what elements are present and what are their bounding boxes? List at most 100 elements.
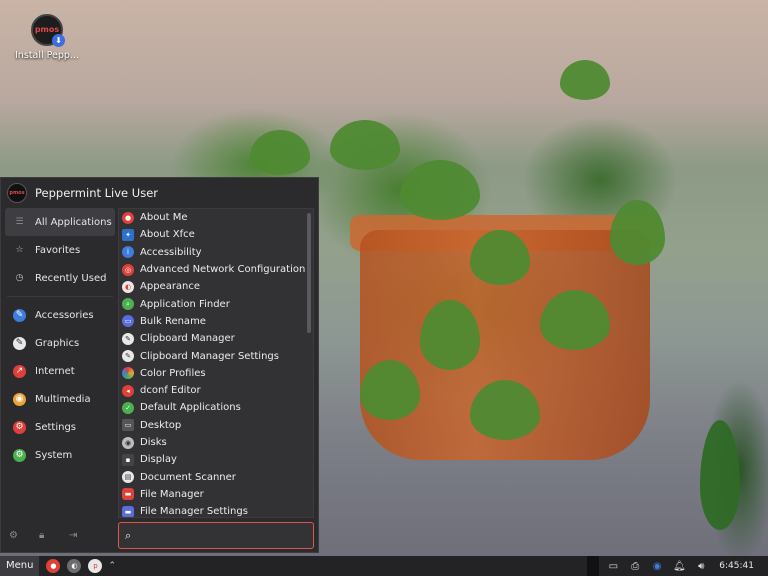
app-display[interactable]: ▪ Display — [119, 451, 313, 468]
app-application-finder[interactable]: ⌕ Application Finder — [119, 295, 313, 312]
app-file-manager[interactable]: ▬ File Manager — [119, 486, 313, 503]
color-profiles-icon — [122, 367, 134, 380]
pmos-app-icon[interactable]: p — [88, 559, 103, 573]
category-label: System — [35, 449, 73, 461]
app-about-me[interactable]: ● About Me — [119, 209, 313, 226]
dconf-icon: ◂ — [122, 384, 134, 397]
app-accessibility[interactable]: i Accessibility — [119, 244, 313, 261]
scanner-icon: ▤ — [122, 471, 134, 484]
app-label: File Manager Settings — [140, 506, 248, 518]
app-label: About Xfce — [140, 229, 195, 241]
desktop-icon-logo-text: pmos — [34, 25, 60, 34]
category-multimedia[interactable]: ◉ Multimedia — [5, 385, 115, 413]
network-icon[interactable]: ◉ — [649, 561, 665, 572]
star-icon: ☆ — [15, 244, 24, 255]
category-label: All Applications — [35, 216, 112, 228]
clipboard-settings-icon: ✎ — [122, 350, 134, 363]
download-badge-icon: ⬇ — [52, 34, 65, 47]
app-label: Color Profiles — [140, 367, 206, 379]
category-label: Graphics — [35, 337, 80, 349]
app-dconf-editor[interactable]: ◂ dconf Editor — [119, 382, 313, 399]
app-color-profiles[interactable]: Color Profiles — [119, 365, 313, 382]
category-internet[interactable]: ↗ Internet — [5, 357, 115, 385]
category-accessories[interactable]: ✎ Accessories — [5, 301, 115, 329]
app-label: Appearance — [140, 281, 201, 293]
disks-icon: ◉ — [122, 436, 134, 449]
wallpaper-leaf — [250, 130, 310, 175]
app-about-xfce[interactable]: ✦ About Xfce — [119, 226, 313, 243]
app-label: Desktop — [140, 419, 182, 431]
category-system[interactable]: ⚙ System — [5, 441, 115, 469]
app-clipboard-manager-settings[interactable]: ✎ Clipboard Manager Settings — [119, 347, 313, 364]
category-label: Settings — [35, 421, 77, 433]
app-disks[interactable]: ◉ Disks — [119, 434, 313, 451]
app-clipboard-manager[interactable]: ✎ Clipboard Manager — [119, 330, 313, 347]
app-label: dconf Editor — [140, 385, 201, 397]
settings-gear-icon[interactable]: ⚙ — [9, 530, 21, 542]
category-settings[interactable]: ⚙ Settings — [5, 413, 115, 441]
clock[interactable]: 6:45:41 — [719, 561, 754, 571]
application-list[interactable]: ● About Me ✦ About Xfce i Accessibility ◎ Ad… — [118, 208, 314, 518]
internet-icon: ↗ — [13, 364, 26, 378]
red-app-icon[interactable]: ● — [46, 559, 61, 573]
desktop-icon-install-peppermint[interactable]: pmos ⬇ Install Pepp... — [12, 14, 82, 61]
bell-icon[interactable]: 🔔︎ — [671, 561, 687, 572]
graphics-icon: ✎ — [13, 336, 26, 350]
category-label: Multimedia — [35, 393, 91, 405]
category-list: ☰ All Applications ☆ Favorites ◷ Recentl… — [5, 208, 115, 469]
app-label: Clipboard Manager Settings — [140, 350, 279, 362]
accessories-icon: ✎ — [13, 308, 26, 322]
appearance-icon: ◐ — [122, 280, 134, 293]
device-icon[interactable]: ⎙ — [627, 561, 643, 572]
category-label: Favorites — [35, 244, 81, 256]
accessibility-icon: i — [122, 246, 134, 259]
app-label: About Me — [140, 212, 188, 224]
xfce-icon: ✦ — [122, 228, 134, 241]
category-recently-used[interactable]: ◷ Recently Used — [5, 264, 115, 292]
category-label: Recently Used — [35, 272, 107, 284]
search-input[interactable] — [137, 530, 298, 541]
default-apps-icon: ✓ — [122, 401, 134, 414]
app-label: Clipboard Manager — [140, 333, 235, 345]
file-manager-icon: ▬ — [122, 488, 134, 501]
category-label: Internet — [35, 365, 75, 377]
app-label: Bulk Rename — [140, 315, 206, 327]
lock-icon[interactable]: 🔒︎ — [39, 530, 51, 542]
multimedia-icon: ◉ — [13, 392, 26, 406]
system-icon: ⚙ — [13, 448, 26, 462]
menu-button[interactable]: Menu — [0, 556, 40, 576]
application-menu: pmos Peppermint Live User ☰ All Applicat… — [0, 177, 319, 553]
tray-separator — [587, 556, 600, 576]
app-label: Disks — [140, 437, 167, 448]
display-icon: ▪ — [122, 453, 134, 466]
desktop-icon-label: Install Pepp... — [15, 50, 79, 61]
chevron-up-icon[interactable]: ⌃ — [108, 561, 116, 571]
app-list-scrollbar[interactable] — [307, 213, 311, 333]
taskbar: Menu ● ◐ p ⌃ ▭ ⎙ ◉ 🔔︎ 🔊︎ 6:45:41 — [0, 556, 768, 576]
window-icon[interactable]: ▭ — [605, 561, 621, 572]
app-bulk-rename[interactable]: ▭ Bulk Rename — [119, 313, 313, 330]
category-graphics[interactable]: ✎ Graphics — [5, 329, 115, 357]
app-desktop[interactable]: ▭ Desktop — [119, 417, 313, 434]
app-default-applications[interactable]: ✓ Default Applications — [119, 399, 313, 416]
app-document-scanner[interactable]: ▤ Document Scanner — [119, 468, 313, 485]
search-box: ⌕ — [118, 522, 314, 549]
app-label: Accessibility — [140, 246, 202, 258]
volume-icon[interactable]: 🔊︎ — [693, 561, 709, 572]
app-label: Default Applications — [140, 402, 241, 414]
app-advanced-network-configuration[interactable]: ◎ Advanced Network Configuration — [119, 261, 313, 278]
avatar: pmos — [7, 183, 27, 203]
category-favorites[interactable]: ☆ Favorites — [5, 236, 115, 264]
category-label: Accessories — [35, 309, 94, 321]
app-label: Application Finder — [140, 298, 230, 310]
category-all-applications[interactable]: ☰ All Applications — [5, 208, 115, 236]
network-icon: ◎ — [122, 263, 134, 276]
clipboard-icon: ✎ — [122, 332, 134, 345]
all-apps-icon: ☰ — [15, 216, 24, 227]
wallpaper-leaf — [560, 60, 610, 100]
app-appearance[interactable]: ◐ Appearance — [119, 278, 313, 295]
app-file-manager-settings[interactable]: ▬ File Manager Settings — [119, 503, 313, 518]
grey-app-icon[interactable]: ◐ — [67, 559, 82, 573]
wallpaper-leaf — [330, 120, 400, 170]
logout-icon[interactable]: ⇥ — [69, 530, 81, 542]
